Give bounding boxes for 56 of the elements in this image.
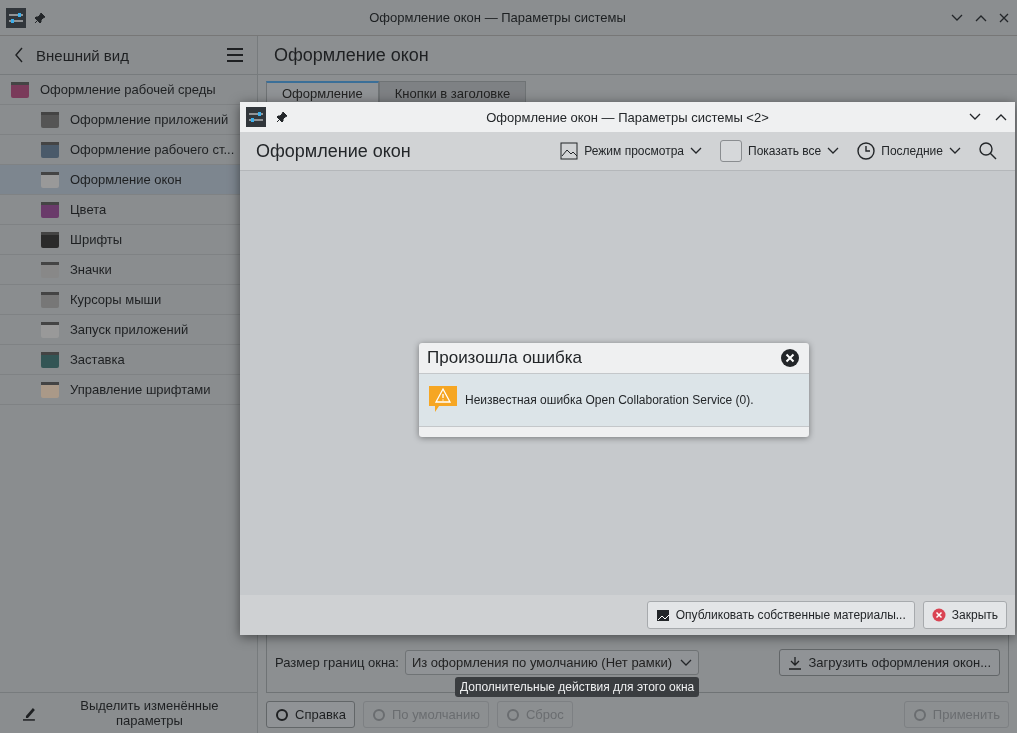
view-mode-button[interactable]: Режим просмотра: [558, 140, 704, 162]
caret-icon: [969, 113, 981, 121]
warning-icon: [429, 386, 457, 414]
close-icon: [931, 608, 946, 622]
highlight-changes-button[interactable]: Выделить изменённые параметры: [18, 694, 257, 732]
border-size-dropdown[interactable]: Из оформления по умолчанию (Нет рамки): [404, 650, 700, 675]
back-button[interactable]: [12, 45, 26, 65]
dialog-heading: Оформление окон: [256, 140, 412, 162]
publish-button[interactable]: Опубликовать собственные материалы...: [646, 601, 915, 629]
tab[interactable]: Оформление: [266, 81, 379, 104]
clock-icon: [857, 142, 876, 160]
sidebar-title: Внешний вид: [36, 46, 130, 64]
caret-icon: [949, 147, 961, 155]
category-icon: [40, 229, 60, 250]
caret-icon: [827, 147, 840, 155]
page-title: Оформление окон: [274, 44, 429, 66]
border-size-label: Размер границ окна:: [275, 655, 399, 670]
category-icon: [40, 319, 60, 340]
close-dialog-button[interactable]: Закрыть: [922, 601, 1007, 629]
ring-icon: [912, 707, 927, 722]
checkbox[interactable]: [720, 140, 742, 162]
download-icon: [788, 655, 803, 670]
category-icon: [40, 109, 60, 130]
caret-icon: [951, 13, 963, 22]
dialog-title: Оформление окон — Параметры системы <2>: [485, 109, 770, 125]
category-icon: [40, 139, 60, 160]
error-message: Неизвестная ошибка Open Collaboration Service (0).: [465, 393, 754, 407]
search-button[interactable]: [977, 140, 999, 162]
settings-app-icon: [246, 107, 266, 127]
image-icon: [560, 142, 579, 160]
window-title: Оформление окон — Параметры системы: [368, 10, 627, 25]
category-icon: [40, 289, 60, 310]
menu-button[interactable]: [225, 46, 245, 64]
category-icon: [40, 259, 60, 280]
tooltip: Дополнительные действия для этого окна: [455, 677, 700, 697]
category-icon: [40, 199, 60, 220]
tab[interactable]: Кнопки в заголовке: [378, 81, 527, 104]
settings-app-icon: [6, 7, 26, 28]
ring-icon: [505, 707, 520, 722]
ring-icon: [275, 707, 289, 722]
category-icon: [40, 379, 60, 400]
ring-icon: [372, 707, 386, 722]
category-icon: [40, 349, 60, 370]
close-button[interactable]: [779, 347, 801, 369]
download-button[interactable]: Загрузить оформления окон...: [779, 649, 1000, 676]
caret-icon: [690, 147, 702, 155]
error-title: Произошла ошибка: [427, 348, 582, 368]
image-icon: [655, 608, 670, 622]
pen-icon: [22, 705, 38, 721]
category-icon: [10, 79, 30, 100]
show-all-button[interactable]: Показать все: [718, 138, 842, 164]
category-icon: [40, 169, 60, 190]
caret-icon: [680, 658, 693, 667]
pin-icon[interactable]: [276, 111, 288, 123]
sort-button[interactable]: Последние: [855, 140, 963, 162]
action-button[interactable]: Справка: [266, 701, 355, 728]
